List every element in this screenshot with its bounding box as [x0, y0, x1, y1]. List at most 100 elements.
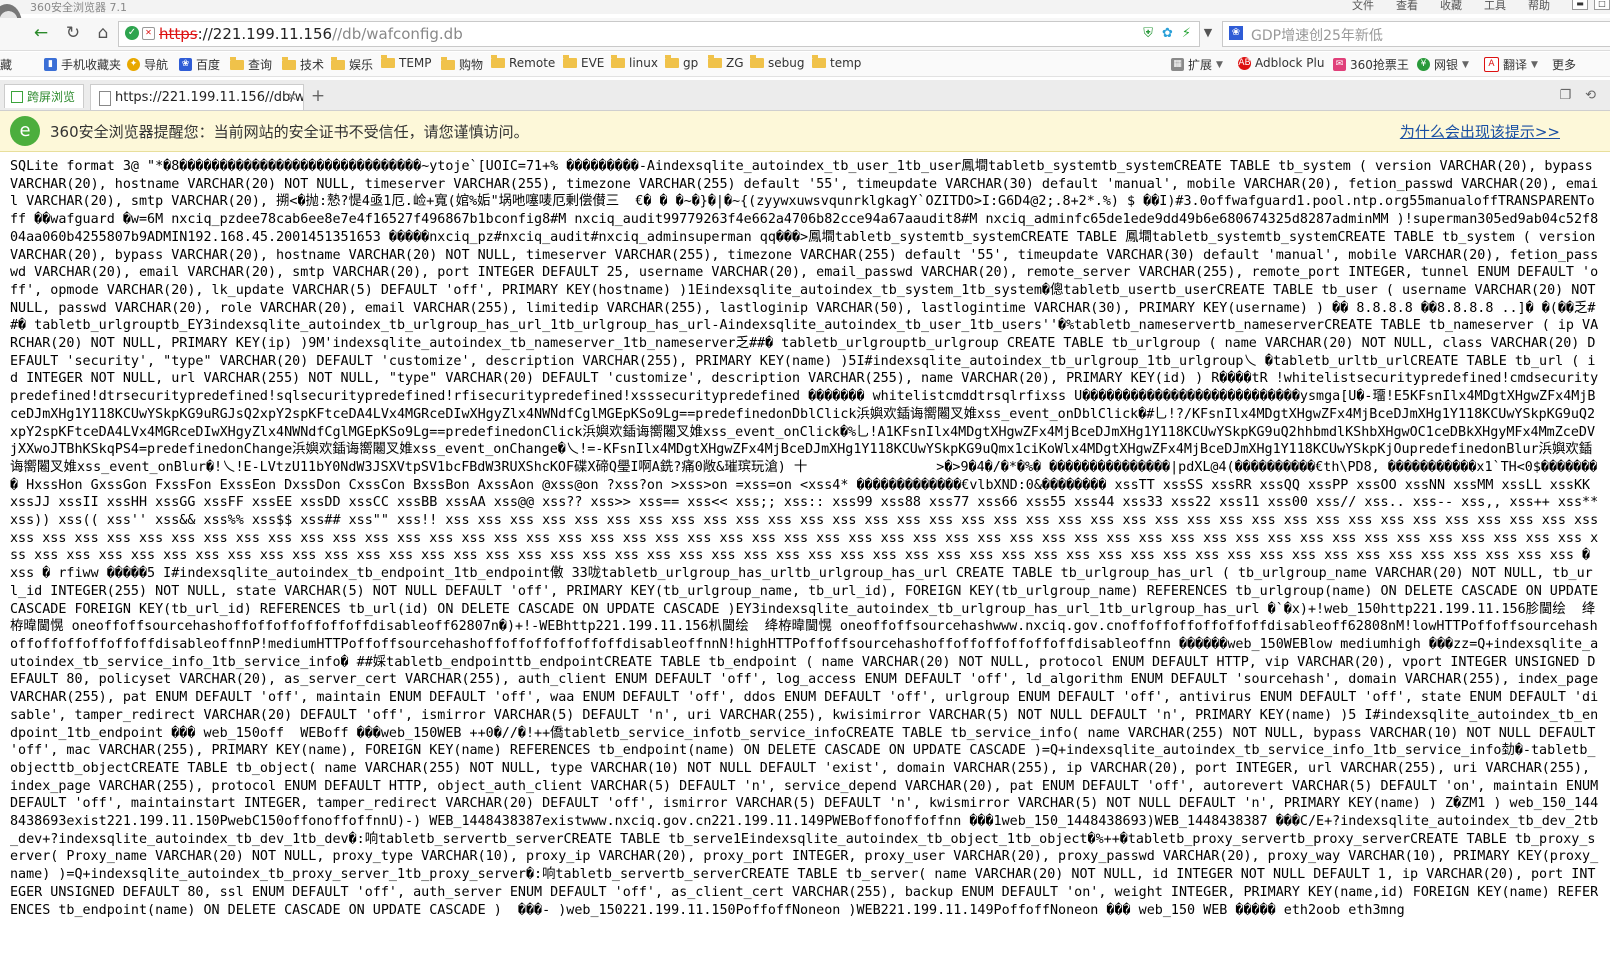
toolbar-more[interactable]: 更多: [1552, 56, 1576, 73]
bookmark-label: gp: [683, 56, 699, 70]
reload-icon[interactable]: ↻: [62, 22, 84, 44]
bookmark-label: 技术: [300, 58, 325, 72]
bookmark-folder-temp[interactable]: temp: [812, 55, 861, 70]
url-text[interactable]: https://221.199.11.156//db/wafconfig.db: [159, 25, 463, 43]
bookmark-folder-linux[interactable]: linux: [611, 55, 658, 70]
lightning-icon[interactable]: ⚡: [1182, 26, 1191, 41]
maximize-button[interactable]: □: [1594, 0, 1610, 10]
navigation-icon: ✦: [127, 58, 140, 71]
back-arrow-icon[interactable]: ←: [30, 22, 52, 44]
shield-icon[interactable]: ⛨: [1143, 26, 1153, 41]
tab-title: https://221.199.11.156//db/w: [115, 90, 304, 105]
chevron-down-icon[interactable]: ▼: [1200, 23, 1216, 43]
bookmark-label: 藏: [0, 58, 13, 72]
bookmark-folder-tech[interactable]: 技术: [282, 56, 324, 73]
menu-favorites[interactable]: 收藏: [1440, 0, 1462, 13]
chevron-down-icon: ▼: [1216, 59, 1223, 70]
bookmark-folder-eve[interactable]: EVE: [563, 55, 605, 70]
bookmark-folder-entertainment[interactable]: 娱乐: [331, 56, 373, 73]
close-icon[interactable]: ✕: [287, 90, 297, 104]
bookmark-label: 百度: [196, 58, 221, 72]
certificate-warning-bar: e 360安全浏览器提醒您：当前网站的安全证书不受信任，请您谨慎访问。 为什么会…: [0, 111, 1610, 152]
folder-icon: [750, 55, 764, 68]
folder-icon: [381, 55, 395, 68]
bookmark-favorites[interactable]: 藏: [0, 56, 12, 73]
address-bar-tools: ⛨ ✿ ⚡: [1143, 26, 1191, 41]
tab-current[interactable]: https://221.199.11.156//db/w ✕: [90, 84, 304, 110]
bookmark-label: linux: [629, 56, 658, 70]
menu-help[interactable]: 帮助: [1528, 0, 1550, 13]
folder-icon: [491, 55, 505, 68]
url-scheme: https: [159, 25, 198, 43]
bookmark-label: Remote: [509, 56, 556, 70]
bookmark-label: ZG: [726, 56, 744, 70]
extensions-grid-icon: ▦: [1171, 58, 1184, 71]
restore-tab-icon[interactable]: ⟲: [1585, 88, 1596, 103]
warning-help-link[interactable]: 为什么会出现该提示>>: [1400, 121, 1560, 142]
bookmark-folder-gp[interactable]: gp: [665, 55, 699, 70]
baidu-paw-icon: ❀: [1229, 26, 1243, 40]
toolbar-360-tickets[interactable]: ✉ 360抢票王: [1333, 56, 1409, 73]
bookmark-label: EVE: [581, 56, 605, 70]
menu-view[interactable]: 查看: [1396, 0, 1418, 13]
navigation-bar: ← ↻ ⌂ ✓ ✕ https://221.199.11.156//db/waf…: [0, 18, 1610, 51]
bookmark-label: TEMP: [399, 56, 432, 70]
toolbar-extensions[interactable]: ▦ 扩展 ▼: [1171, 56, 1223, 73]
bookmark-mobile-favorites[interactable]: ▮ 手机收藏夹: [44, 56, 121, 73]
toolbar-translate[interactable]: A 翻译 ▼: [1484, 56, 1538, 73]
folder-icon: [812, 55, 826, 68]
bookmark-label: 360抢票王: [1350, 58, 1409, 72]
home-icon[interactable]: ⌂: [92, 22, 114, 44]
bookmark-label: 更多: [1552, 58, 1577, 72]
warning-message: 360安全浏览器提醒您：当前网站的安全证书不受信任，请您谨慎访问。: [50, 123, 529, 141]
folder-icon: [441, 56, 455, 70]
address-bar[interactable]: ✓ ✕ https://221.199.11.156//db/wafconfig…: [118, 21, 1200, 47]
bookmark-folder-temp-upper[interactable]: TEMP: [381, 55, 432, 70]
toolbar-online-banking[interactable]: ¥ 网银 ▼: [1417, 56, 1469, 73]
folder-icon: [282, 56, 296, 70]
bookmark-label: 扩展: [1188, 58, 1213, 72]
raw-database-text: SQLite format 3@ "*�8�������������������…: [10, 159, 1599, 918]
bookmark-folder-query[interactable]: 查询: [230, 56, 272, 73]
page-icon: [99, 91, 111, 106]
bookmark-folder-remote[interactable]: Remote: [491, 55, 556, 70]
bookmark-folder-zg[interactable]: ZG: [708, 55, 744, 70]
url-host: ://221.199.11.156: [197, 25, 333, 43]
translate-icon: A: [1484, 57, 1499, 72]
bookmark-folder-shopping[interactable]: 购物: [441, 56, 483, 73]
chevron-down-icon: ▼: [1531, 59, 1538, 70]
menu-file[interactable]: 文件: [1352, 0, 1374, 13]
certificate-warning-icon[interactable]: ✕: [142, 27, 155, 40]
window-title-bar: 360安全浏览器 7.1 文件 查看 收藏 工具 帮助 ▬ □: [0, 0, 1610, 14]
folder-icon: [331, 56, 345, 70]
bookmark-label: 娱乐: [349, 58, 374, 72]
folder-icon: [230, 56, 244, 70]
ticket-icon: ✉: [1333, 58, 1346, 71]
page-content: SQLite format 3@ "*�8�������������������…: [10, 158, 1600, 953]
bookmark-baidu[interactable]: ❀ 百度: [179, 56, 220, 73]
url-path: //db/wafconfig.db: [332, 25, 463, 43]
bookmark-label: 购物: [459, 58, 484, 72]
split-screen-label: 跨屏浏览: [27, 90, 76, 104]
bookmark-label: 网银: [1434, 58, 1459, 72]
toolbar-adblock[interactable]: AB Adblock Plu: [1238, 56, 1324, 70]
split-screen-button[interactable]: 跨屏浏览: [4, 84, 84, 108]
security-check-icon[interactable]: ✓: [125, 26, 139, 40]
folder-icon: [563, 55, 577, 68]
menu-tools[interactable]: 工具: [1484, 0, 1506, 13]
search-box[interactable]: ❀ GDP增速创25年新低: [1222, 21, 1610, 47]
bookmark-folder-sebug[interactable]: sebug: [750, 55, 805, 70]
bookmark-label: 导航: [144, 58, 169, 72]
baidu-paw-icon: ❀: [179, 58, 192, 71]
new-tab-plus-icon[interactable]: +: [308, 86, 328, 106]
bookmark-navigation[interactable]: ✦ 导航: [127, 56, 168, 73]
search-input[interactable]: GDP增速创25年新低: [1251, 25, 1383, 45]
speed-mode-icon[interactable]: ✿: [1162, 26, 1173, 41]
chevron-down-icon: ▼: [1462, 59, 1469, 70]
bookmark-label: sebug: [768, 56, 805, 70]
tab-list-icon[interactable]: ❐: [1559, 88, 1571, 103]
minimize-button[interactable]: ▬: [1572, 0, 1588, 10]
split-screen-icon: [11, 90, 23, 103]
window-controls: ▬ □: [1572, 0, 1610, 10]
folder-icon: [611, 55, 625, 68]
